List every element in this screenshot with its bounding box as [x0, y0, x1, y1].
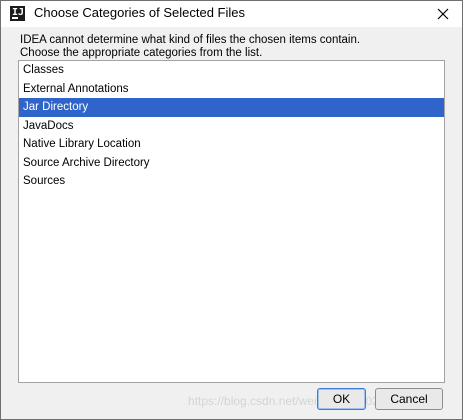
categories-list[interactable]: Classes External Annotations Jar Directo…	[18, 60, 445, 383]
list-item-external-annotations[interactable]: External Annotations	[19, 80, 444, 99]
list-item-classes[interactable]: Classes	[19, 61, 444, 80]
choose-categories-dialog: IJ Choose Categories of Selected Files I…	[0, 0, 463, 420]
cancel-button[interactable]: Cancel	[375, 388, 443, 410]
list-item-native-library-location[interactable]: Native Library Location	[19, 135, 444, 154]
list-item-sources[interactable]: Sources	[19, 172, 444, 191]
title-bar[interactable]: IJ Choose Categories of Selected Files	[1, 1, 462, 27]
message-line-2: Choose the appropriate categories from t…	[20, 47, 263, 59]
close-icon	[437, 8, 449, 20]
close-button[interactable]	[432, 3, 454, 25]
list-item-javadocs[interactable]: JavaDocs	[19, 117, 444, 136]
message-line-1: IDEA cannot determine what kind of files…	[20, 34, 361, 46]
dialog-message: IDEA cannot determine what kind of files…	[20, 34, 360, 60]
list-item-jar-directory[interactable]: Jar Directory	[19, 98, 444, 117]
list-item-source-archive-directory[interactable]: Source Archive Directory	[19, 154, 444, 173]
ok-button[interactable]: OK	[317, 388, 366, 410]
intellij-idea-icon: IJ	[10, 6, 25, 21]
dialog-title: Choose Categories of Selected Files	[34, 5, 246, 20]
